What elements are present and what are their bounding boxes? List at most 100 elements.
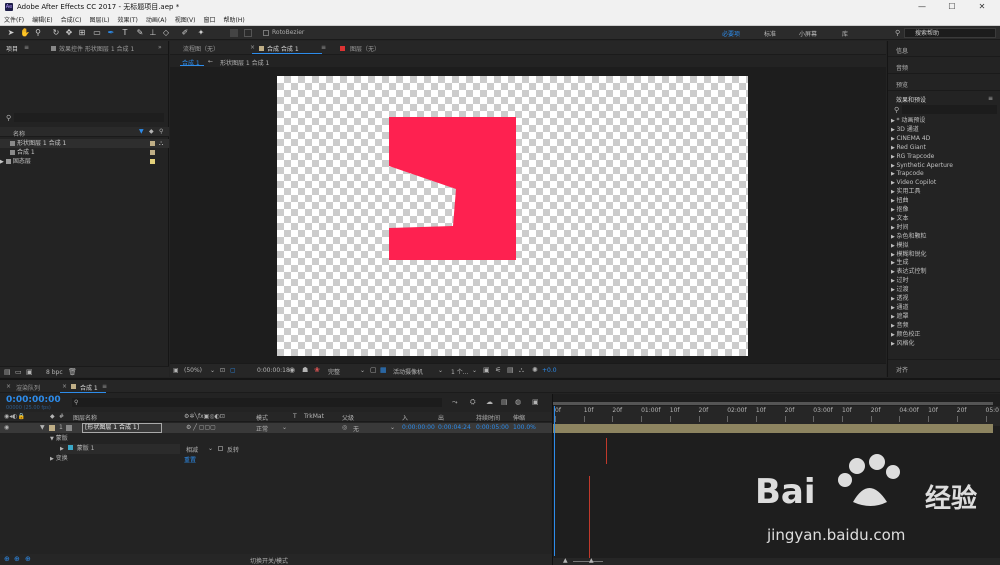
exposure-value[interactable]: +0.0 — [542, 367, 557, 374]
magnifier-icon[interactable]: ▣ — [173, 367, 179, 374]
timeline-zoom-bar[interactable]: ▲ ▲ — [553, 557, 1000, 565]
interpret-footage-icon[interactable]: ▤ — [4, 368, 11, 376]
panel-menu-icon[interactable]: ≡ — [102, 383, 107, 390]
effects-category-item[interactable]: ▶ 模拟 — [891, 241, 908, 250]
layer-name[interactable]: [形状图层 1 合成 1] — [82, 423, 162, 433]
rotobezier-checkbox[interactable] — [263, 30, 269, 36]
chevron-down-icon[interactable]: ⌄ — [208, 445, 213, 452]
column-mode[interactable]: 模式 — [256, 413, 268, 422]
chevron-down-icon[interactable]: ⌄ — [210, 367, 215, 374]
effects-category-item[interactable]: ▶ 遮罩 — [891, 312, 908, 321]
effects-category-item[interactable]: ▶ Video Copilot — [891, 178, 936, 187]
timeline-search-input[interactable] — [72, 398, 442, 407]
chevron-down-icon[interactable]: ⌄ — [472, 367, 477, 374]
invert-checkbox[interactable] — [218, 446, 223, 451]
region-icon[interactable]: ▢ — [370, 366, 377, 374]
menu-composition[interactable]: 合成(C) — [61, 15, 82, 24]
expand-arrow-icon[interactable]: ▶ — [60, 446, 64, 452]
layer-row[interactable]: ◉ ▼ 1 [形状图层 1 合成 1] ⚙ ╱ ▢▢▢ 正常 ⌄ ◎ 无 ⌄ 0… — [0, 423, 552, 433]
roto-brush-tool-icon[interactable]: ✐ — [180, 28, 190, 38]
effects-category-item[interactable]: ▶ 实用工具 — [891, 187, 920, 196]
menu-view[interactable]: 视图(V) — [175, 15, 196, 24]
expand-arrow-icon[interactable]: ▶ — [0, 159, 4, 165]
eye-icon[interactable]: ◉ — [4, 424, 9, 431]
pick-whip-icon[interactable]: ◎ — [342, 424, 347, 431]
toggle-pixel-icon[interactable]: ▣ — [483, 366, 490, 374]
effects-category-item[interactable]: ▶ 风格化 — [891, 339, 914, 348]
zoom-tool-icon[interactable]: ⚲ — [33, 28, 43, 38]
column-t[interactable]: T — [293, 413, 297, 420]
zoom-slider[interactable] — [573, 561, 603, 562]
new-composition-icon[interactable]: ▣ — [26, 368, 33, 376]
pen-tool-icon[interactable]: ✒ — [106, 28, 116, 38]
panel-menu-icon[interactable]: ≡ — [321, 44, 326, 51]
effects-category-item[interactable]: ▶ 文本 — [891, 214, 908, 223]
layer-switches-icon[interactable]: ⚙ ╱ ▢▢▢ — [186, 424, 216, 431]
effects-category-item[interactable]: ▶ 表达式控制 — [891, 267, 926, 276]
menu-file[interactable]: 文件(F) — [4, 15, 24, 24]
mask-visibility-icon[interactable]: ▢ — [230, 367, 236, 374]
clone-stamp-tool-icon[interactable]: ⊥ — [148, 28, 158, 38]
menu-layer[interactable]: 图层(L) — [90, 15, 110, 24]
type-column-icon[interactable]: ⚲ — [159, 128, 163, 135]
panel-close-icon[interactable]: × — [6, 383, 11, 390]
graph-editor-icon[interactable]: ▣ — [532, 398, 539, 406]
workspace-standard[interactable]: 标准 — [764, 29, 776, 38]
effects-category-item[interactable]: ▶ 过渡 — [891, 285, 908, 294]
tab-layer[interactable]: 图层（无） — [350, 44, 380, 53]
safe-zones-icon[interactable]: ⊡ — [220, 367, 225, 374]
effects-category-item[interactable]: ▶ 扭曲 — [891, 196, 908, 205]
column-trkmat[interactable]: TrkMat — [304, 413, 324, 420]
effects-category-item[interactable]: ▶ 3D 通道 — [891, 125, 919, 134]
toggle-modes-icon[interactable]: ⊕ — [25, 555, 31, 563]
chevron-down-icon[interactable]: ⌄ — [282, 424, 287, 431]
timeline-current-time[interactable]: 0:00:00:00 — [6, 395, 61, 405]
reset-link[interactable]: 重置 — [184, 455, 196, 464]
column-stretch[interactable]: 伸缩 — [513, 413, 525, 422]
show-snapshot-icon[interactable]: ☗ — [302, 366, 308, 374]
composition-canvas[interactable] — [277, 76, 748, 356]
rectangle-tool-icon[interactable]: ▭ — [92, 28, 102, 38]
column-layer-name[interactable]: 图层名称 — [73, 413, 97, 422]
time-ruler[interactable]: 0f 10f 20f 01:00f 10f 20f 02:00f 10f 20f 03:00f 10… — [553, 406, 1000, 426]
pan-behind-tool-icon[interactable]: ⊞ — [77, 28, 87, 38]
layer-label-swatch[interactable] — [49, 425, 55, 431]
menu-animation[interactable]: 动画(A) — [146, 15, 167, 24]
frame-blending-icon[interactable]: ▤ — [501, 398, 508, 406]
effects-search-input[interactable] — [902, 105, 997, 114]
tab-effect-controls[interactable]: 效果控件 形状图层 1 合成 1 — [59, 44, 134, 53]
new-folder-icon[interactable]: ▭ — [15, 368, 22, 376]
menu-edit[interactable]: 编辑(E) — [32, 15, 52, 24]
shy-icon[interactable]: ☁ — [486, 398, 493, 406]
effects-category-item[interactable]: ▶ 生成 — [891, 258, 908, 267]
flowchart-icon[interactable]: ⛬ — [519, 366, 524, 375]
mode-select[interactable]: 正常 — [256, 424, 268, 433]
brush-tool-icon[interactable]: ✎ — [135, 28, 145, 38]
mask-color-swatch[interactable] — [67, 445, 73, 450]
motion-blur-icon[interactable]: ◍ — [515, 398, 521, 406]
project-search-input[interactable] — [14, 113, 164, 122]
effects-category-item[interactable]: ▶ 过时 — [891, 276, 908, 285]
effects-category-item[interactable]: ▶ 模糊和锐化 — [891, 250, 926, 259]
exposure-icon[interactable]: ✺ — [532, 366, 538, 374]
menu-help[interactable]: 帮助(H) — [224, 15, 245, 24]
layer-out-point[interactable]: 0:00:04:24 — [438, 424, 471, 431]
effects-category-item[interactable]: ▶ 颜色校正 — [891, 330, 920, 339]
preview-panel[interactable]: 预览 — [888, 75, 1000, 91]
column-in[interactable]: 入 — [402, 413, 408, 422]
effects-category-item[interactable]: ▶ 音频 — [891, 321, 908, 330]
mask-row[interactable]: ▶ 蒙版 1 — [60, 444, 180, 454]
number-column[interactable]: # — [59, 413, 64, 420]
work-area-bar[interactable] — [553, 402, 993, 405]
audio-panel[interactable]: 音频 — [888, 58, 1000, 74]
fast-previews-icon[interactable]: ⚟ — [495, 366, 501, 374]
current-time[interactable]: 0:00:00:18 — [257, 367, 290, 374]
effects-category-item[interactable]: ▶ 时间 — [891, 223, 908, 232]
chevron-down-icon[interactable]: ⌄ — [438, 367, 443, 374]
tab-composition[interactable]: 合成 合成 1 — [267, 44, 299, 53]
timeline-icon[interactable]: ▤ — [507, 366, 514, 374]
expand-tabs-icon[interactable]: » — [158, 44, 162, 51]
current-time-indicator[interactable] — [554, 406, 555, 556]
transform-group[interactable]: ▶ 变换 — [50, 454, 68, 464]
column-duration[interactable]: 持续时间 — [476, 413, 500, 422]
